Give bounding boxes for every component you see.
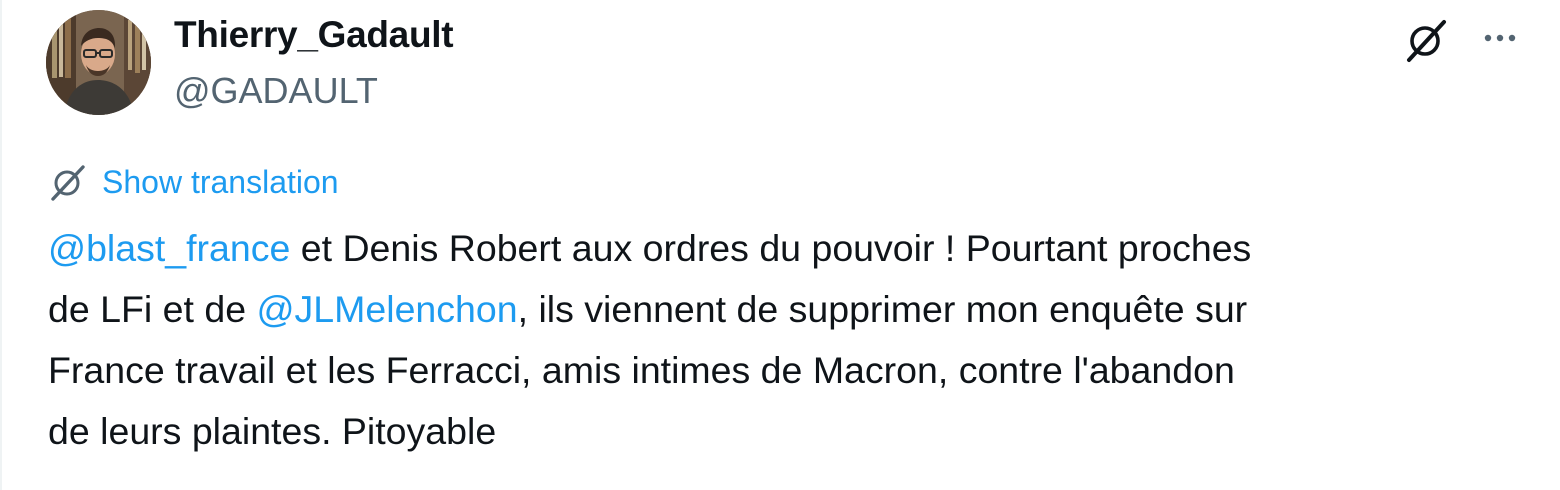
author-display-name[interactable]: Thierry_Gadault <box>174 14 454 56</box>
grok-icon <box>48 162 88 202</box>
tweet-text-segment: de LFi et de <box>48 288 257 330</box>
tweet-text: @blast_france et Denis Robert aux ordres… <box>48 218 1528 462</box>
avatar[interactable] <box>46 10 151 115</box>
more-icon[interactable] <box>1478 20 1522 56</box>
tweet-text-segment: , ils viennent de supprimer mon enquête … <box>517 288 1248 330</box>
tweet-line: de LFi et de @JLMelenchon, ils viennent … <box>48 279 1528 340</box>
tweet-line: France travail et les Ferracci, amis int… <box>48 349 1235 391</box>
mention-link[interactable]: @JLMelenchon <box>256 288 517 330</box>
grok-icon[interactable] <box>1402 16 1450 64</box>
tweet-text-segment: et Denis Robert aux ordres du pouvoir ! … <box>290 227 1252 269</box>
tweet-line: @blast_france et Denis Robert aux ordres… <box>48 218 1528 279</box>
author-handle[interactable]: @GADAULT <box>174 70 378 112</box>
tweet-card: Thierry_Gadault @GADAULT Show translatio… <box>0 0 1560 490</box>
tweet-line: de leurs plaintes. Pitoyable <box>48 410 497 452</box>
show-translation-label: Show translation <box>102 163 339 200</box>
mention-link[interactable]: @blast_france <box>48 227 290 269</box>
show-translation-button[interactable]: Show translation <box>48 160 339 204</box>
